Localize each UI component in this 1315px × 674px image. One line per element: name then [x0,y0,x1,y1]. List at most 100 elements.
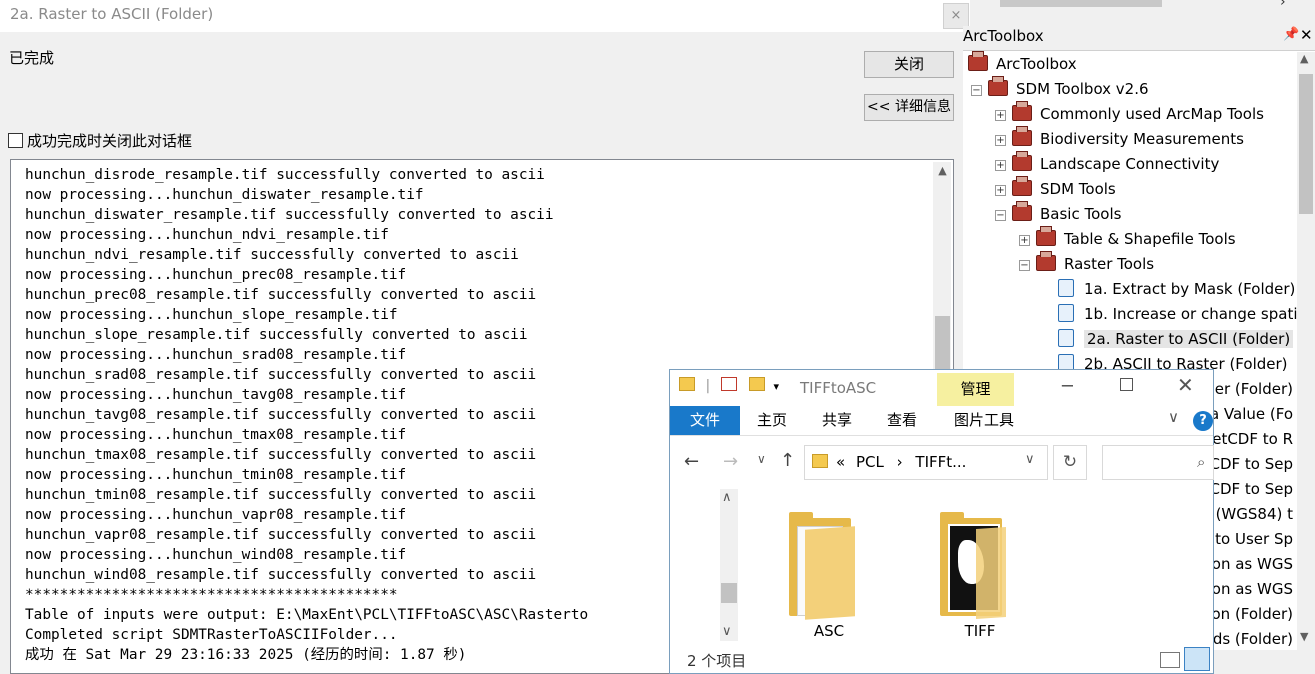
folder-label-tiff[interactable]: TIFF [940,622,1020,640]
collapse-icon[interactable]: − [1019,260,1030,271]
log-line: Completed script SDMTRasterToASCIIFolder… [25,627,398,643]
log-line: hunchun_prec08_resample.tif successfully… [25,287,537,303]
scroll-up-icon[interactable]: ∧ [722,490,732,505]
scroll-down-icon[interactable]: ▼ [1300,630,1308,643]
large-icons-view-icon[interactable] [1184,647,1210,671]
tree-node[interactable]: tCDF to Sep [1204,478,1293,500]
tree-node-label: 1a. Extract by Mask (Folder) [1084,280,1296,298]
breadcrumb[interactable]: « PCL › TIFFt... [836,453,966,471]
collapse-icon[interactable]: − [995,210,1006,221]
tree-node[interactable]: r to User Sp [1204,528,1293,550]
nav-pane-scroll-thumb[interactable] [721,583,737,603]
details-view-icon[interactable] [1160,652,1180,668]
scroll-down-icon[interactable]: ∨ [722,624,732,639]
tree-node-label: tion as WGS [1201,555,1293,573]
log-line: now processing...hunchun_slope_resample.… [25,307,398,323]
scroll-up-icon[interactable]: ▲ [1300,52,1308,65]
forward-arrow-icon[interactable]: → [723,451,738,472]
tree-node-label: ds (Folder) [1212,630,1293,648]
tab-manage[interactable]: 管理 [937,373,1014,406]
back-arrow-icon[interactable]: ← [684,451,699,472]
tree-node[interactable]: letCDF to R [1208,428,1293,450]
folder-item-tiff[interactable] [940,512,1006,620]
breadcrumb-overflow[interactable]: « [836,453,845,471]
nav-pane-scrollbar[interactable] [720,489,738,641]
toolbox-icon [1036,226,1056,246]
tree-node-label: tCDF to Sep [1203,480,1293,498]
tree-node[interactable]: 1a. Extract by Mask (Folder) [1058,278,1295,300]
log-line: now processing...hunchun_ndvi_resample.t… [25,227,389,243]
maximize-icon[interactable] [1120,378,1133,391]
breadcrumb-item-current[interactable]: TIFFt... [915,453,966,471]
tree-node[interactable]: tion (Folder) [1201,603,1293,625]
log-line: now processing...hunchun_tmin08_resample… [25,467,407,483]
breadcrumb-separator[interactable]: › [897,453,903,471]
help-icon[interactable]: ? [1193,411,1213,431]
search-icon[interactable]: ⌕ [1197,453,1205,471]
tab-file[interactable]: 文件 [670,406,740,435]
tree-node-label: 2a. Raster to ASCII (Folder) [1084,330,1294,348]
tab-picture-tools[interactable]: 图片工具 [954,406,1014,435]
properties-icon[interactable] [720,377,737,391]
close-button[interactable]: 关闭 [864,51,954,78]
close-icon[interactable]: ✕ [1177,373,1194,397]
qat-dropdown-icon[interactable]: ▾ [774,380,780,393]
tree-node[interactable]: r (WGS84) t [1205,503,1293,525]
tree-node[interactable]: 2a. Raster to ASCII (Folder) [1058,328,1294,350]
toolbox-icon [1012,176,1032,196]
tree-node[interactable]: ArcToolbox [968,51,1077,75]
recent-locations-icon[interactable]: ∨ [757,452,766,466]
expand-icon[interactable]: + [995,160,1006,171]
tree-node[interactable]: − Raster Tools [1019,251,1154,275]
log-line: hunchun_disrode_resample.tif successfull… [25,167,545,183]
tree-node[interactable]: 1b. Increase or change spati [1058,303,1298,325]
tab-share[interactable]: 共享 [822,406,852,435]
tree-node[interactable]: + SDM Tools [995,176,1116,200]
expand-icon[interactable]: + [995,135,1006,146]
toolbox-icon [988,76,1008,96]
new-folder-icon[interactable] [749,377,766,391]
checkbox-box[interactable] [8,133,23,148]
breadcrumb-item-pcl[interactable]: PCL [856,453,884,471]
address-dropdown-icon[interactable]: ∨ [1025,452,1035,467]
scroll-up-icon[interactable]: ▲ [935,164,950,177]
toolbox-scroll-thumb[interactable] [1299,74,1313,214]
folder-label-asc[interactable]: ASC [789,622,869,640]
details-button[interactable]: << 详细信息 [864,94,954,121]
horizontal-scroll-thumb[interactable] [1000,0,1162,7]
minimize-icon[interactable]: ─ [1062,376,1073,397]
tree-node[interactable]: ds (Folder) [1213,628,1293,650]
tree-node[interactable]: + Biodiversity Measurements [995,126,1244,150]
expand-icon[interactable]: + [1019,235,1030,246]
tree-node[interactable]: er (Folder) [1215,378,1293,400]
folder-item-asc[interactable] [789,512,855,620]
tree-node[interactable]: + Commonly used ArcMap Tools [995,101,1264,125]
collapse-icon[interactable]: − [971,85,982,96]
autoclose-checkbox[interactable]: 成功完成时关闭此对话框 [8,130,192,151]
refresh-icon[interactable]: ↻ [1053,445,1087,480]
tree-node[interactable]: + Landscape Connectivity [995,151,1219,175]
tree-node[interactable]: a Value (Fo [1210,403,1293,425]
tree-node[interactable]: − SDM Toolbox v2.6 [971,76,1149,100]
tab-home[interactable]: 主页 [757,406,787,435]
expand-icon[interactable]: + [995,185,1006,196]
up-arrow-icon[interactable]: ↑ [780,450,795,471]
tab-view[interactable]: 查看 [887,406,917,435]
tree-node-label: CDF to Sep [1209,455,1293,473]
tree-node[interactable]: CDF to Sep [1209,453,1293,475]
pin-icon[interactable]: 📌 [1283,27,1299,42]
log-line: 成功 在 Sat Mar 29 23:16:33 2025 (经历的时间: 1.… [25,647,467,663]
toolbox-icon [968,51,988,71]
chevron-right-icon[interactable]: › [1280,0,1286,10]
tree-node[interactable]: tion as WGS [1202,553,1293,575]
folder-icon[interactable] [679,377,695,391]
item-count: 2 个项目 [687,652,747,670]
chevron-down-icon[interactable]: ∨ [1168,408,1179,426]
tree-node[interactable]: − Basic Tools [995,201,1121,225]
expand-icon[interactable]: + [995,110,1006,121]
toolbox-icon [1012,101,1032,121]
script-tool-icon [1058,329,1074,347]
tree-node[interactable]: + Table & Shapefile Tools [1019,226,1236,250]
close-icon[interactable]: ✕ [1300,26,1313,44]
log-line: hunchun_tavg08_resample.tif successfully… [25,407,537,423]
